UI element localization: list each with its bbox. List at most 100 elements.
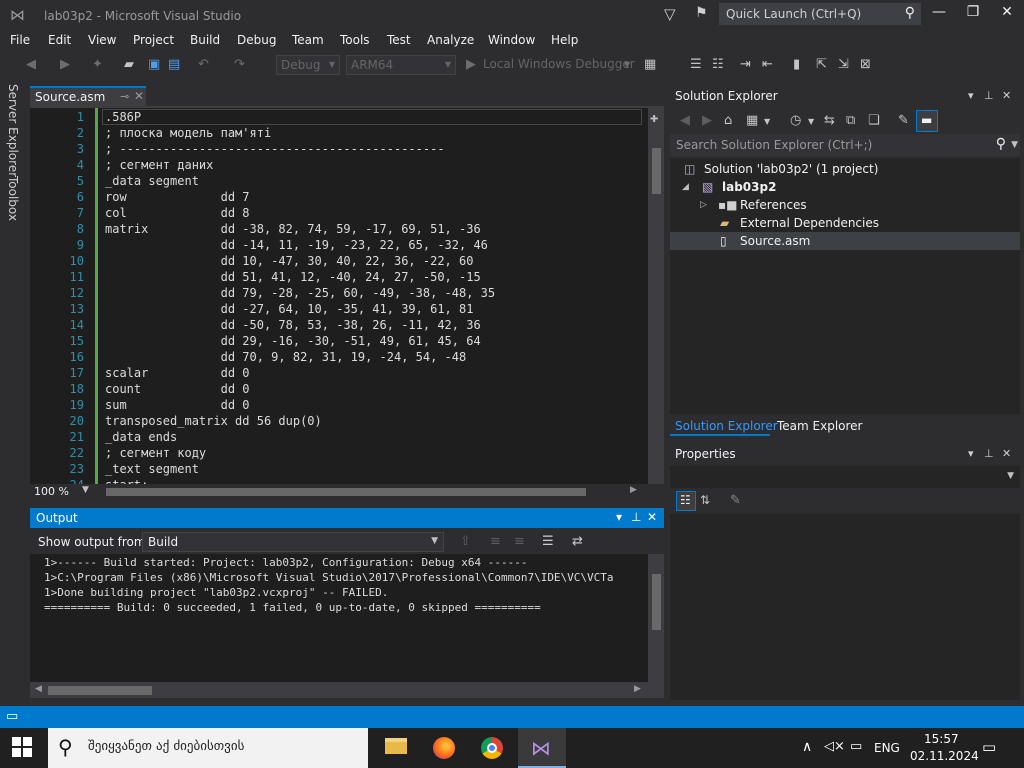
menu-test[interactable]: Test — [387, 33, 411, 47]
clear-bookmarks-icon[interactable]: ⊠ — [860, 57, 871, 72]
pin-icon[interactable]: ⊥ — [984, 89, 994, 102]
menu-window[interactable]: Window — [488, 33, 535, 47]
sync-icon[interactable]: ⇆ — [824, 113, 835, 128]
close-tab-icon[interactable]: ✕ — [134, 89, 144, 103]
chevron-down-icon[interactable]: ▼ — [764, 117, 770, 126]
chevron-down-icon[interactable]: ▼ — [808, 117, 814, 126]
find-message-icon[interactable]: ⇧ — [460, 534, 471, 549]
notification-filter-icon[interactable]: ▽ — [664, 5, 676, 23]
output-horizontal-thumb[interactable] — [48, 686, 152, 695]
scroll-right-icon[interactable]: ▶ — [634, 684, 641, 694]
show-hidden-icons-icon[interactable]: ∧ — [802, 739, 812, 755]
forward-icon[interactable]: ▶ — [60, 57, 70, 72]
output-text-area[interactable]: 1>------ Build started: Project: lab03p2… — [30, 554, 664, 682]
save-icon[interactable]: ▣ — [148, 57, 160, 72]
pin-icon[interactable]: ⊥ — [631, 510, 641, 524]
editor-horizontal-thumb[interactable] — [106, 488, 586, 496]
feedback-icon[interactable]: ⚑ — [695, 5, 708, 21]
bookmark-icon[interactable]: ▮ — [793, 57, 800, 72]
uncomment-icon[interactable]: ☷ — [712, 57, 724, 72]
chevron-down-icon[interactable]: ▼ — [82, 485, 89, 495]
find-in-files-icon[interactable]: ▦ — [644, 57, 656, 72]
restore-button[interactable]: ❐ — [958, 4, 988, 24]
file-explorer-app[interactable] — [372, 728, 420, 768]
output-horizontal-scrollbar[interactable]: ◀ ▶ — [30, 682, 664, 698]
search-icon[interactable]: ⚲ — [996, 136, 1006, 152]
preview-selected-items-button[interactable]: ▬ — [916, 110, 938, 132]
clear-all-icon[interactable]: ☰ — [542, 534, 554, 549]
output-source-select[interactable]: Build ▼ — [142, 532, 444, 552]
tree-item-references[interactable]: ▷ ▪■ References — [670, 196, 1020, 214]
clock-date[interactable]: 02.11.2024 — [910, 749, 979, 763]
search-icon[interactable]: ⚲ — [905, 5, 915, 21]
undo-icon[interactable]: ↶ — [198, 57, 209, 72]
language-indicator[interactable]: ENG — [874, 741, 900, 755]
start-debugger-button[interactable]: Local Windows Debugger — [483, 57, 635, 71]
tree-item-external-dependencies[interactable]: ▰ External Dependencies — [670, 214, 1020, 232]
back-icon[interactable]: ◀ — [680, 113, 690, 128]
show-all-files-icon[interactable]: ❏ — [868, 113, 880, 128]
window-position-icon[interactable]: ▾ — [968, 447, 974, 460]
outdent-icon[interactable]: ⇤ — [762, 57, 773, 72]
editor-vertical-scrollbar[interactable] — [648, 108, 664, 484]
window-position-icon[interactable]: ▾ — [968, 89, 974, 102]
window-position-icon[interactable]: ▾ — [616, 510, 622, 524]
menu-build[interactable]: Build — [190, 33, 220, 47]
close-icon[interactable]: ✕ — [1002, 89, 1011, 102]
home-icon[interactable]: ⌂ — [724, 113, 732, 128]
expanded-arrow-icon[interactable]: ◢ — [682, 178, 689, 196]
menu-project[interactable]: Project — [133, 33, 174, 47]
next-message-icon[interactable]: ≡ — [514, 534, 525, 549]
collapsed-arrow-icon[interactable]: ▷ — [700, 196, 707, 214]
tab-solution-explorer[interactable]: Solution Explorer — [675, 419, 778, 433]
menu-team[interactable]: Team — [292, 33, 324, 47]
pending-changes-icon[interactable]: ◷ — [790, 113, 801, 128]
debugger-chevron-icon[interactable]: ▼ — [624, 60, 630, 69]
forward-icon[interactable]: ▶ — [702, 113, 712, 128]
server-explorer-tab[interactable]: Server Explorer — [6, 84, 20, 177]
solution-platform-select[interactable]: ARM64 ▼ — [346, 55, 456, 75]
zoom-level[interactable]: 100 % — [34, 485, 69, 498]
start-button[interactable] — [12, 737, 34, 759]
close-button[interactable]: ✕ — [992, 4, 1022, 24]
network-icon[interactable]: ▭ — [850, 739, 862, 754]
output-scroll-thumb[interactable] — [652, 574, 661, 630]
close-icon[interactable]: ✕ — [1002, 447, 1011, 460]
previous-message-icon[interactable]: ≡ — [490, 534, 501, 549]
solution-explorer-search[interactable]: Search Solution Explorer (Ctrl+;) ⚲ ▼ — [670, 134, 1020, 156]
pin-icon[interactable]: ⊥ — [984, 447, 994, 460]
tab-team-explorer[interactable]: Team Explorer — [777, 419, 863, 433]
clock-time[interactable]: 15:57 — [924, 732, 959, 746]
word-wrap-icon[interactable]: ⇄ — [572, 534, 583, 549]
switch-views-icon[interactable]: ▦ — [746, 113, 758, 128]
redo-icon[interactable]: ↷ — [234, 57, 245, 72]
taskbar-search-box[interactable]: ⚲ შეიყვანეთ აქ ძიებისთვის — [48, 728, 368, 768]
tree-item-solution[interactable]: ◫ Solution 'lab03p2' (1 project) — [670, 160, 1020, 178]
back-icon[interactable]: ◀ — [26, 57, 36, 72]
menu-debug[interactable]: Debug — [237, 33, 276, 47]
menu-tools[interactable]: Tools — [340, 33, 370, 47]
split-editor-icon[interactable]: ✚ — [650, 110, 658, 126]
menu-edit[interactable]: Edit — [48, 33, 71, 47]
volume-muted-icon[interactable]: ◁× — [824, 739, 845, 754]
visual-studio-app[interactable]: ⋈ — [518, 728, 566, 768]
toolbox-tab[interactable]: Toolbox — [6, 176, 20, 221]
menu-analyze[interactable]: Analyze — [427, 33, 474, 47]
collapse-all-icon[interactable]: ⧉ — [846, 113, 855, 128]
firefox-app[interactable] — [420, 728, 468, 768]
menu-view[interactable]: View — [88, 33, 116, 47]
tree-item-source-asm[interactable]: ▯ Source.asm — [670, 232, 1020, 250]
start-debugging-icon[interactable]: ▶ — [466, 57, 476, 72]
previous-bookmark-icon[interactable]: ⇱ — [816, 57, 827, 72]
code-editor[interactable]: 1.586P 2; плоска модель пам'яті 3; -------… — [30, 106, 664, 484]
notifications-icon[interactable]: ▭ — [982, 738, 996, 756]
quick-launch-box[interactable]: Quick Launch (Ctrl+Q) ⚲ — [719, 3, 921, 25]
editor-scroll-thumb[interactable] — [652, 148, 661, 194]
save-all-icon[interactable]: ▤ — [168, 57, 180, 72]
tree-item-project[interactable]: ◢ ▧ lab03p2 — [670, 178, 1020, 196]
output-vertical-scrollbar[interactable] — [648, 554, 664, 682]
document-tab-source-asm[interactable]: Source.asm ⊸ ✕ — [30, 86, 146, 106]
properties-wrench-icon[interactable]: ✎ — [898, 113, 909, 128]
indent-icon[interactable]: ⇥ — [740, 57, 751, 72]
chrome-app[interactable] — [468, 728, 516, 768]
